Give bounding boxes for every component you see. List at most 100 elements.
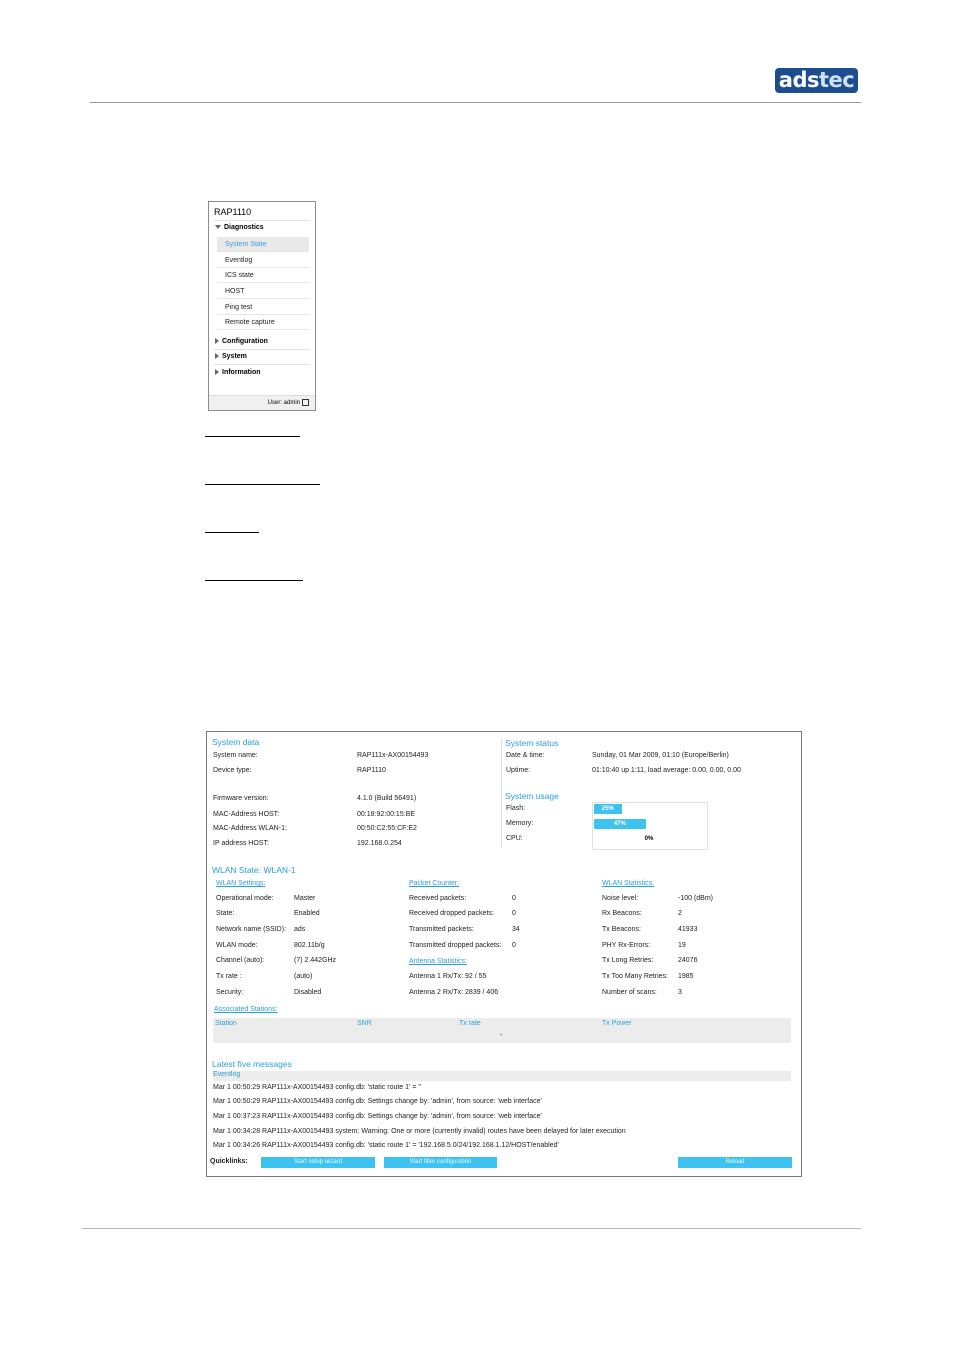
user-label: User: admin [267,400,300,406]
ads-tec-logo: adstec [775,68,858,93]
system-usage-title: System usage [505,791,559,801]
ip-host-value: 192.168.0.254 [357,840,402,847]
cpu-label: CPU: [506,835,523,842]
menu-item-system-state[interactable]: System State [217,237,309,252]
menu-item-remote-capture[interactable]: Remote capture [217,315,309,330]
firmware-label: Firmware version: [213,795,269,802]
column-header-snr: SNR [357,1020,372,1027]
cpu-bar: 0% [594,834,704,844]
packet-label: Received dropped packets: [409,910,494,917]
reload-button[interactable]: Reload [678,1157,792,1168]
firmware-value: 4.1.0 (Build 56491) [357,795,417,802]
menu-item-host[interactable]: HOST [217,284,309,299]
underline-mark [205,580,303,581]
flash-bar-text: 25% [601,806,614,812]
menu-divider [214,349,310,350]
associated-stations-link[interactable]: Associated Stations: [214,1006,277,1013]
wlan-settings-link[interactable]: WLAN Settings: [216,880,265,887]
menu-group-system[interactable]: System [215,353,247,360]
stations-table [213,1018,791,1043]
flash-bar: 25% [594,804,704,814]
navigation-menu: RAP1110 Diagnostics System State Eventlo… [208,201,316,411]
menu-group-configuration[interactable]: Configuration [215,338,268,345]
packet-value: 0 [512,942,516,949]
system-status-title: System status [505,738,559,748]
device-type-label: Device type: [213,767,252,774]
wlan-stat-label: Tx Long Retries: [602,957,654,964]
menu-footer: User: admin [209,395,315,410]
wlan-setting-value: Enabled [294,910,320,917]
memory-bar-text: 47% [613,821,626,827]
logout-icon[interactable] [302,398,309,406]
packet-counter-link[interactable]: Packet Counter: [409,880,459,887]
memory-label: Memory: [506,820,534,827]
underline-mark [205,436,300,437]
packet-value: 0 [512,895,516,902]
wlan-setting-label: State: [216,910,235,917]
memory-bar: 47% [594,819,704,829]
eventlog-header [213,1071,791,1081]
packet-value: 34 [512,926,520,933]
column-header-station: Station [215,1020,237,1027]
menu-item-ping-test[interactable]: Ping test [217,300,309,315]
message-line: Mar 1 00:50:29 RAP111x-AX00154493 config… [213,1098,542,1105]
wlan-setting-label: Channel (auto): [216,957,265,964]
cpu-bar-text: 0% [644,836,654,842]
antenna-statistics-link[interactable]: Antenna Statistics: [409,958,467,965]
wlan-stat-label: PHY Rx-Errors: [602,942,651,949]
wlan-stat-value: 41933 [678,926,698,933]
device-type-value: RAP1110 [357,767,386,774]
menu-divider [214,364,310,365]
column-divider [501,738,502,848]
date-time-label: Date & time: [506,752,545,759]
menu-title-divider [214,220,310,221]
message-line: Mar 1 00:34:26 RAP111x-AX00154493 config… [213,1142,559,1149]
packet-label: Transmitted packets: [409,926,474,933]
mac-wlan-label: MAC-Address WLAN-1: [213,825,287,832]
wlan-stat-value: 1985 [678,973,694,980]
stations-empty: - [500,1032,503,1039]
menu-group-diagnostics[interactable]: Diagnostics [215,224,264,231]
wlan-setting-value: ads [294,926,306,933]
message-line: Mar 1 00:50:29 RAP111x-AX00154493 config… [213,1084,422,1091]
system-name-value: RAP111x-AX00154493 [357,752,429,759]
quicklinks-label: Quicklinks: [210,1158,248,1165]
message-line: Mar 1 00:34:28 RAP111x-AX00154493 system… [213,1128,626,1135]
wlan-stat-value: 24076 [678,957,698,964]
antenna-row: Antenna 2 Rx/Tx: 2839 / 406 [409,989,499,996]
wlan-stat-label: Number of scans: [602,989,657,996]
mac-wlan-value: 00:50:C2:55:CF:E2 [357,825,417,832]
ip-host-label: IP address HOST: [213,840,269,847]
wlan-setting-value: (auto) [294,973,313,980]
messages-title: Latest five messages [212,1059,292,1069]
packet-label: Transmitted dropped packets: [409,942,502,949]
wlan-setting-value: Master [294,895,316,902]
menu-item-eventlog[interactable]: Eventlog [217,253,309,268]
underline-mark [205,484,320,485]
menu-item-ics-state[interactable]: ICS state [217,268,309,283]
system-data-title: System data [212,737,260,747]
wlan-setting-value: (7) 2.442GHz [294,957,337,964]
wlan-statistics-link[interactable]: WLAN Statistics: [602,880,654,887]
system-state-panel: System data System name: RAP111x-AX00154… [206,731,802,1177]
wlan-stat-label: Rx Beacons: [602,910,642,917]
wlan-setting-label: WLAN mode: [216,942,258,949]
menu-group-information[interactable]: Information [215,369,261,376]
start-setup-wizard-button[interactable]: Start setup wizard [261,1157,375,1168]
wlan-setting-value: Disabled [294,989,322,996]
eventlog-label: Eventlog [213,1071,241,1078]
antenna-row: Antenna 1 Rx/Tx: 92 / 55 [409,973,487,980]
wlan-setting-label: Security: [216,989,244,996]
wlan-stat-label: Noise level: [602,895,639,902]
packet-value: 0 [512,910,516,917]
message-line: Mar 1 00:37:23 RAP111x-AX00154493 config… [213,1113,542,1120]
system-name-label: System name: [213,752,258,759]
column-header-tx-power: Tx Power [602,1020,632,1027]
flash-label: Flash: [506,805,526,812]
wlan-setting-value: 802.11b/g [294,942,325,949]
wlan-stat-value: 2 [678,910,682,917]
mac-host-label: MAC-Address HOST: [213,811,280,818]
start-filter-configuration-button[interactable]: Start filter configuration [384,1157,497,1168]
chevron-right-icon [215,369,219,376]
chevron-right-icon [215,353,219,360]
